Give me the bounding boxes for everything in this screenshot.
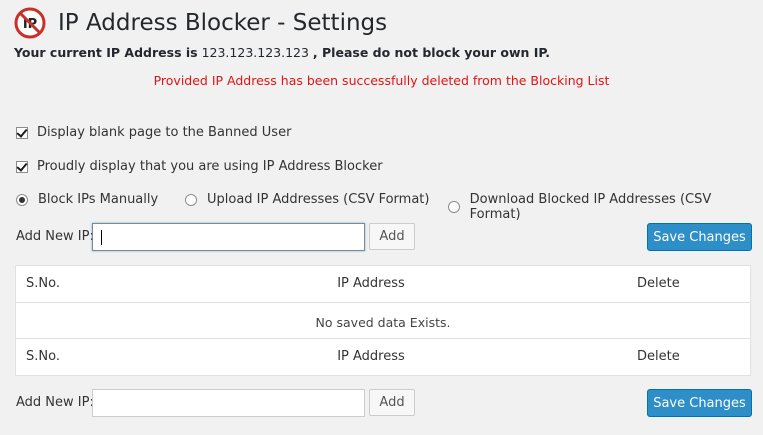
current-ip-prefix: Your current IP Address is [14, 45, 198, 60]
add-new-ip-label: Add New IP: [16, 229, 94, 244]
table-header-row: S.No. IP Address Delete [16, 266, 750, 303]
blank-page-option[interactable]: Display blank page to the Banned User [16, 125, 291, 140]
add-new-ip-input[interactable] [92, 223, 365, 251]
mode-upload-option[interactable]: Upload IP Addresses (CSV Format) [185, 192, 429, 207]
add-ip-row-top: Add New IP: Add Save Changes [16, 223, 752, 251]
save-changes-button-bottom[interactable]: Save Changes [647, 389, 752, 417]
page-header: IP IP Address Blocker - Settings [14, 6, 387, 40]
add-ip-button[interactable]: Add [369, 223, 415, 250]
proudly-display-label: Proudly display that you are using IP Ad… [37, 159, 383, 174]
mode-upload-label: Upload IP Addresses (CSV Format) [207, 192, 430, 207]
mode-download-option[interactable]: Download Blocked IP Addresses (CSV Forma… [448, 192, 756, 222]
empty-table-message: No saved data Exists. [315, 315, 451, 330]
blank-page-checkbox[interactable] [16, 126, 28, 139]
ip-blocker-logo-icon: IP [14, 7, 46, 39]
current-ip-line: Your current IP Address is 123.123.123.1… [14, 45, 550, 60]
column-header-delete: Delete [637, 276, 680, 291]
success-notice: Provided IP Address has been successfull… [153, 73, 610, 88]
mode-manual-option[interactable]: Block IPs Manually [16, 192, 158, 207]
mode-manual-radio[interactable] [16, 193, 28, 206]
current-ip-suffix: , Please do not block your own IP. [312, 45, 551, 60]
column-footer-delete: Delete [637, 349, 680, 364]
save-changes-button[interactable]: Save Changes [647, 223, 752, 251]
column-header-ip-address: IP Address [337, 276, 405, 291]
table-empty-row: No saved data Exists. [16, 302, 750, 339]
add-ip-button-bottom[interactable]: Add [369, 389, 415, 416]
mode-manual-label: Block IPs Manually [38, 192, 159, 207]
proudly-display-checkbox[interactable] [16, 160, 28, 173]
add-new-ip-input-bottom[interactable] [92, 389, 365, 417]
add-new-ip-label-bottom: Add New IP: [16, 395, 94, 410]
add-ip-row-bottom: Add New IP: Add Save Changes [16, 389, 752, 417]
mode-download-label: Download Blocked IP Addresses (CSV Forma… [469, 192, 712, 222]
blocked-ip-table: S.No. IP Address Delete No saved data Ex… [15, 265, 751, 376]
mode-download-radio[interactable] [448, 201, 460, 213]
current-ip-value: 123.123.123.123 [201, 45, 309, 60]
blank-page-label: Display blank page to the Banned User [37, 125, 292, 140]
proudly-display-option[interactable]: Proudly display that you are using IP Ad… [16, 159, 383, 174]
table-footer-row: S.No. IP Address Delete [16, 339, 750, 375]
text-caret [101, 230, 102, 245]
page-title: IP Address Blocker - Settings [58, 10, 388, 36]
mode-upload-radio[interactable] [185, 193, 197, 206]
column-footer-ip-address: IP Address [337, 349, 405, 364]
